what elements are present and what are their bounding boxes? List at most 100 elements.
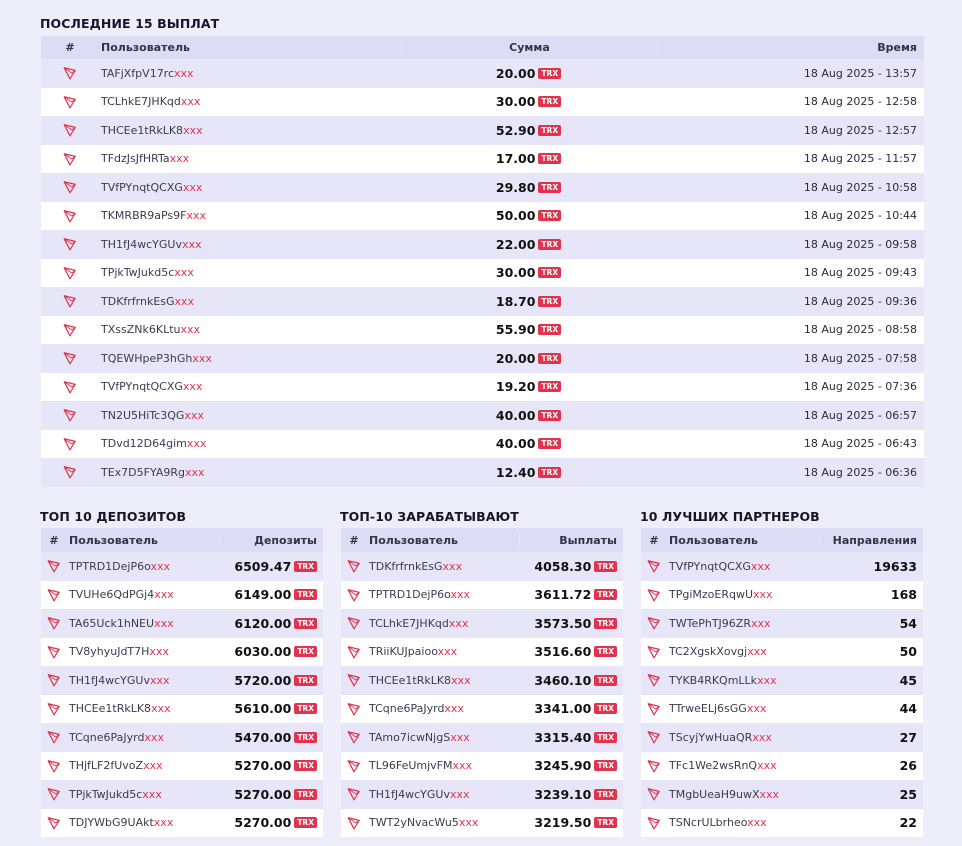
amount-value: 19.20 <box>495 379 536 395</box>
user-address[interactable]: TWTePhTJ96ZR <box>669 617 751 630</box>
address-mask: xxx <box>186 437 207 451</box>
user-address[interactable]: TCqne6PaJyrd <box>69 731 144 744</box>
user-address[interactable]: TA65Uck1hNEU <box>69 617 154 630</box>
user-address[interactable]: THCEe1tRkLK8 <box>69 702 151 715</box>
user-address[interactable]: TPjkTwJukd5c <box>69 788 142 801</box>
currency-badge: TRX <box>294 703 317 715</box>
user-address[interactable]: TV8yhyuJdT7H <box>69 645 149 658</box>
table-row: TFc1We2wsRnQxxx 26 <box>641 751 923 780</box>
currency-badge: TRX <box>538 267 562 279</box>
user-address[interactable]: TPTRD1DejP6o <box>69 560 151 573</box>
user-address[interactable]: THCEe1tRkLK8 <box>369 674 451 687</box>
icon-cell <box>41 787 67 801</box>
address-mask: xxx <box>448 616 469 630</box>
user-address[interactable]: TDKfrfrnkEsG <box>369 560 443 573</box>
user-address[interactable]: TDJYWbG9UAkt <box>69 816 154 829</box>
value-cell: 4058.30 TRX <box>519 559 623 574</box>
value: 45 <box>899 672 917 688</box>
user-address[interactable]: TPjkTwJukd5c <box>101 266 174 279</box>
tron-icon <box>647 730 661 744</box>
value-cell: 6149.00 TRX <box>219 587 323 602</box>
tron-icon <box>47 702 61 716</box>
address-mask: xxx <box>750 616 771 630</box>
user-address[interactable]: TYKB4RKQmLLk <box>669 674 757 687</box>
user-address[interactable]: TDvd12D64gim <box>101 437 187 450</box>
user-address[interactable]: TFc1We2wsRnQ <box>669 759 757 772</box>
user-address[interactable]: TCqne6PaJyrd <box>369 702 444 715</box>
user-address[interactable]: TDKfrfrnkEsG <box>101 295 175 308</box>
user-address[interactable]: TVfPYnqtQCXG <box>101 380 183 393</box>
user-cell: TFdzJsJfHRTaxxx <box>99 152 401 165</box>
user-address[interactable]: TCLhkE7JHKqd <box>101 95 181 108</box>
amount-cell: 52.90 TRX <box>401 123 656 138</box>
user-address[interactable]: TAmo7icwNjgS <box>369 731 450 744</box>
address-mask: xxx <box>753 588 773 602</box>
user-address[interactable]: TXssZNk6KLtu <box>101 323 180 336</box>
user-address[interactable]: TMgbUeaH9uwX <box>669 788 760 801</box>
table-row: TWT2yNvacWu5xxx 3219.50 TRX <box>341 808 623 837</box>
value-cell: 6030.00 TRX <box>219 644 323 659</box>
user-cell: TEx7D5FYA9Rgxxx <box>99 466 401 479</box>
table-row: TSNcrULbrheoxxx 22 <box>641 808 923 837</box>
user-address[interactable]: TAFjXfpV17rc <box>101 67 174 80</box>
value-cell: 3460.10 TRX <box>519 673 623 688</box>
user-address[interactable]: TCLhkE7JHKqd <box>369 617 449 630</box>
user-address[interactable]: TQEWHpeP3hGh <box>101 352 192 365</box>
value-cell: 5470.00 TRX <box>219 730 323 745</box>
address-mask: xxx <box>192 351 212 365</box>
user-address[interactable]: TVfPYnqtQCXG <box>101 181 183 194</box>
user-address[interactable]: TTrweELj6sGG <box>669 702 747 715</box>
icon-cell <box>41 759 67 773</box>
table-row: TH1fJ4wcYGUvxxx 5720.00 TRX <box>41 666 323 695</box>
tron-icon <box>63 294 77 308</box>
user-address[interactable]: TH1fJ4wcYGUv <box>101 238 182 251</box>
table-row: TC2XgskXovgjxxx 50 <box>641 637 923 666</box>
tron-icon <box>47 673 61 687</box>
user-cell: TH1fJ4wcYGUvxxx <box>367 788 519 801</box>
user-address[interactable]: TC2XgskXovgj <box>669 645 747 658</box>
user-address[interactable]: TH1fJ4wcYGUv <box>369 788 450 801</box>
table-row: TA65Uck1hNEUxxx 6120.00 TRX <box>41 609 323 638</box>
currency-badge: TRX <box>594 703 617 715</box>
value: 50 <box>899 644 917 660</box>
payout-time: 18 Aug 2025 - 09:36 <box>803 294 917 308</box>
address-mask: xxx <box>458 816 479 830</box>
user-address[interactable]: TRiiKUJpaioo <box>369 645 438 658</box>
user-cell: TAmo7icwNjgSxxx <box>367 731 519 744</box>
amount-cell: 29.80 TRX <box>401 180 656 195</box>
user-address[interactable]: TVUHe6QdPGj4 <box>69 588 154 601</box>
user-address[interactable]: TFdzJsJfHRTa <box>101 152 170 165</box>
user-address[interactable]: TSNcrULbrheo <box>669 816 747 829</box>
icon-cell <box>341 730 367 744</box>
address-mask: xxx <box>180 323 201 337</box>
user-cell: TVfPYnqtQCXGxxx <box>99 181 401 194</box>
amount-cell: 22.00 TRX <box>401 237 656 252</box>
payouts-table: # Пользователь Сумма Время TAFjXfpV17rcx… <box>41 36 924 487</box>
user-address[interactable]: TPgiMzoERqwU <box>669 588 753 601</box>
icon-cell <box>41 437 99 451</box>
address-mask: xxx <box>183 123 203 137</box>
user-address[interactable]: TWT2yNvacWu5 <box>369 816 459 829</box>
user-address[interactable]: TScyjYwHuaQR <box>669 731 752 744</box>
user-address[interactable]: TVfPYnqtQCXG <box>669 560 751 573</box>
user-address[interactable]: THCEe1tRkLK8 <box>101 124 183 137</box>
user-address[interactable]: TL96FeUmjvFM <box>369 759 453 772</box>
user-address[interactable]: TEx7D5FYA9Rg <box>101 466 185 479</box>
address-mask: xxx <box>149 673 170 687</box>
address-mask: xxx <box>184 408 204 422</box>
currency-badge: TRX <box>538 409 562 421</box>
tron-icon <box>647 702 661 716</box>
user-address[interactable]: TKMRBR9aPs9F <box>101 209 187 222</box>
icon-cell <box>41 702 67 716</box>
user-cell: TQEWHpeP3hGhxxx <box>99 352 401 365</box>
currency-badge: TRX <box>294 674 317 686</box>
currency-badge: TRX <box>538 153 562 165</box>
user-address[interactable]: TN2U5HiTc3QG <box>101 409 184 422</box>
value: 5720.00 <box>234 672 292 688</box>
user-address[interactable]: TH1fJ4wcYGUv <box>69 674 150 687</box>
partners-table: # Пользователь Направления TVfPYnqtQCXGx… <box>641 528 923 837</box>
user-address[interactable]: TPTRD1DejP6o <box>369 588 451 601</box>
currency-badge: TRX <box>538 295 562 307</box>
user-address[interactable]: THjfLF2fUvoZ <box>69 759 143 772</box>
payout-time: 18 Aug 2025 - 09:58 <box>803 237 917 251</box>
